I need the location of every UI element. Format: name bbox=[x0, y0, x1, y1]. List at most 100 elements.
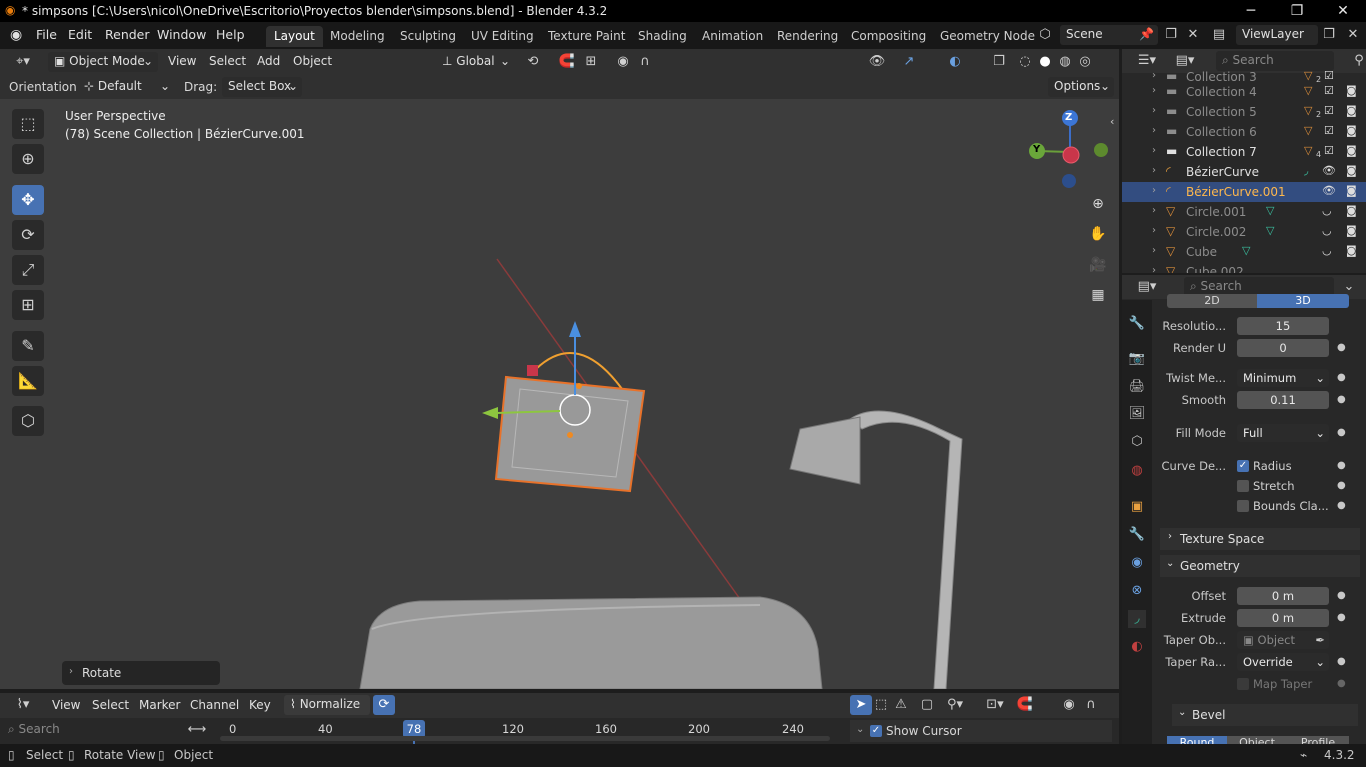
3d-viewport[interactable]: User Perspective (78) Scene Collection |… bbox=[0, 99, 1119, 689]
checkbox-icon[interactable]: ☑ bbox=[1324, 84, 1334, 97]
camera-icon[interactable]: ◙ bbox=[1346, 164, 1357, 177]
checkbox-icon[interactable]: ☑ bbox=[1324, 104, 1334, 117]
tab-sculpting[interactable]: Sculpting bbox=[392, 26, 464, 47]
last-operator-panel[interactable]: › Rotate bbox=[62, 661, 220, 685]
timeline-menu-marker[interactable]: Marker bbox=[139, 698, 180, 712]
modifier-tab-icon[interactable]: 🔧 bbox=[1128, 526, 1146, 544]
properties-editor-type-icon[interactable]: ▤▾ bbox=[1136, 277, 1158, 297]
material-shading-icon[interactable]: ◍ bbox=[1054, 52, 1076, 72]
twist-method-dropdown[interactable]: Minimum ⌄ bbox=[1237, 369, 1329, 387]
visibility-icon[interactable]: 👁 bbox=[866, 52, 888, 72]
object-tab-icon[interactable]: ▣ bbox=[1128, 498, 1146, 516]
close-icon[interactable]: ✕ bbox=[1320, 0, 1366, 22]
bevel-panel[interactable]: ⌄ Bevel bbox=[1172, 704, 1358, 726]
gizmo-icon[interactable]: ↗ bbox=[898, 52, 920, 72]
outliner-row[interactable]: › ▬ Collection 6 ▽ ☑ ◙ bbox=[1122, 122, 1366, 142]
tab-layout[interactable]: Layout bbox=[266, 26, 323, 47]
timeline-scrollbar[interactable] bbox=[220, 736, 830, 741]
eyedropper-icon[interactable]: ✒ bbox=[1315, 631, 1325, 649]
geometry-panel[interactable]: ⌄ Geometry bbox=[1160, 555, 1360, 577]
overlay-icon[interactable]: ◐ bbox=[944, 52, 966, 72]
outliner-row[interactable]: › ▽ Cube ▽ ◡ ◙ bbox=[1122, 242, 1366, 262]
maximize-icon[interactable]: ❐ bbox=[1274, 0, 1320, 22]
new-view-layer-icon[interactable]: ❐ bbox=[1318, 25, 1340, 45]
show-cursor-checkbox[interactable]: ✓ bbox=[870, 725, 882, 737]
blender-menu-icon[interactable]: ◉ bbox=[10, 27, 22, 43]
camera-icon[interactable]: ◙ bbox=[1346, 204, 1357, 217]
keyframe-dot-icon[interactable]: ● bbox=[1337, 612, 1346, 623]
physics-tab-icon[interactable]: ◉ bbox=[1128, 554, 1146, 572]
proportional-edit-icon[interactable]: ◉ bbox=[612, 52, 634, 72]
tab-geometry-nodes[interactable]: Geometry Node bbox=[932, 26, 1043, 47]
select-box-tool-icon[interactable]: ⬚ bbox=[12, 109, 44, 139]
delete-scene-icon[interactable]: ✕ bbox=[1182, 25, 1204, 45]
taper-object-field[interactable]: ▣ Object ✒ bbox=[1237, 631, 1329, 649]
keyframe-dot-icon[interactable]: ● bbox=[1337, 590, 1346, 601]
chevron-down-icon[interactable]: ⌄ bbox=[856, 724, 864, 735]
falloff-icon[interactable]: ∩ bbox=[634, 52, 656, 72]
camera-icon[interactable]: ◙ bbox=[1346, 84, 1357, 97]
only-errors-icon[interactable]: ⚠ bbox=[890, 695, 912, 715]
fill-mode-dropdown[interactable]: Full ⌄ bbox=[1237, 424, 1329, 442]
world-tab-icon[interactable]: ◍ bbox=[1128, 462, 1146, 480]
tab-animation[interactable]: Animation bbox=[694, 26, 771, 47]
drag-dropdown[interactable]: Select Box ⌄ bbox=[222, 77, 302, 97]
offset-field[interactable]: 0 m bbox=[1237, 587, 1329, 605]
frame-icon[interactable]: ▢ bbox=[916, 695, 938, 715]
swap-icon[interactable]: ⟷ bbox=[186, 720, 208, 740]
camera-icon[interactable]: ◙ bbox=[1346, 184, 1357, 197]
add-cube-tool-icon[interactable]: ⬡ bbox=[12, 406, 44, 436]
keyframe-dot-icon[interactable]: ● bbox=[1337, 460, 1346, 471]
timeline-pivot-icon[interactable]: ⊡▾ bbox=[984, 695, 1006, 715]
menu-object[interactable]: Object bbox=[293, 54, 332, 68]
output-tab-icon[interactable]: 🖨 bbox=[1128, 378, 1146, 396]
bevel-profile-button[interactable]: Profile bbox=[1287, 736, 1349, 744]
bevel-object-button[interactable]: Object bbox=[1227, 736, 1287, 744]
timeline-snap-icon[interactable]: 🧲▾ bbox=[1014, 695, 1036, 732]
menu-help[interactable]: Help bbox=[216, 27, 245, 42]
orientation-dropdown[interactable]: ⊹ Default ⌄ bbox=[78, 77, 174, 97]
render-u-field[interactable]: 0 bbox=[1237, 339, 1329, 357]
scene-tab-icon[interactable]: ⬡ bbox=[1128, 433, 1146, 451]
rendered-shading-icon[interactable]: ◎ bbox=[1074, 52, 1096, 72]
material-tab-icon[interactable]: ◐ bbox=[1128, 638, 1146, 656]
dimension-2d-button[interactable]: 2D bbox=[1167, 294, 1257, 308]
camera-icon[interactable]: ◙ bbox=[1346, 224, 1357, 237]
menu-edit[interactable]: Edit bbox=[68, 27, 92, 42]
timeline-menu-channel[interactable]: Channel bbox=[190, 698, 239, 712]
timeline-falloff-icon[interactable]: ∩ bbox=[1080, 695, 1102, 715]
taper-radius-dropdown[interactable]: Override ⌄ bbox=[1237, 653, 1329, 671]
tab-modeling[interactable]: Modeling bbox=[322, 26, 393, 47]
transform-orientation-dropdown[interactable]: ⊥ Global ⌄ bbox=[436, 52, 514, 72]
tab-compositing[interactable]: Compositing bbox=[843, 26, 934, 47]
bevel-round-button[interactable]: Round bbox=[1167, 736, 1227, 744]
radius-checkbox[interactable]: ✓ bbox=[1237, 460, 1249, 472]
annotate-tool-icon[interactable]: ✎ bbox=[12, 331, 44, 361]
menu-add[interactable]: Add bbox=[257, 54, 280, 68]
smooth-field[interactable]: 0.11 bbox=[1237, 391, 1329, 409]
keyframe-dot-icon[interactable]: ● bbox=[1337, 427, 1346, 438]
keyframe-dot-icon[interactable]: ● bbox=[1337, 480, 1346, 491]
checkbox-icon[interactable]: ☑ bbox=[1324, 124, 1334, 137]
move-tool-icon[interactable]: ✥ bbox=[12, 185, 44, 215]
wireframe-shading-icon[interactable]: ◌ bbox=[1014, 52, 1036, 72]
ortho-grid-icon[interactable]: ▦ bbox=[1086, 283, 1110, 307]
normalize-refresh-icon[interactable]: ⟳ bbox=[373, 695, 395, 715]
keyframe-dot-icon[interactable]: ● bbox=[1337, 342, 1346, 353]
menu-view[interactable]: View bbox=[168, 54, 196, 68]
measure-tool-icon[interactable]: 📐 bbox=[12, 366, 44, 396]
extrude-field[interactable]: 0 m bbox=[1237, 609, 1329, 627]
tool-tab-icon[interactable]: 🔧 bbox=[1128, 315, 1146, 333]
dimension-3d-button[interactable]: 3D bbox=[1257, 294, 1349, 308]
scene-icon[interactable]: ⬡ bbox=[1034, 25, 1056, 45]
show-hidden-icon[interactable]: ⬚ bbox=[870, 695, 892, 715]
timeline-search-input[interactable]: ⌕ Search bbox=[2, 720, 184, 740]
viewport-scene[interactable] bbox=[0, 99, 1119, 689]
minimize-icon[interactable]: ─ bbox=[1228, 0, 1274, 22]
pivot-icon[interactable]: ⟲ bbox=[522, 52, 544, 72]
map-taper-checkbox[interactable] bbox=[1237, 678, 1249, 690]
outliner-row[interactable]: › ▬ Collection 7 ▽ ☑ ◙ 4 bbox=[1122, 142, 1366, 162]
timeline-body[interactable]: ⌕ Search ⟷ 0 40 78 120 160 200 240 ⌄ ✓ S… bbox=[0, 718, 1119, 744]
scene-field[interactable]: Scene 📌 bbox=[1060, 25, 1158, 45]
new-scene-icon[interactable]: ❐ bbox=[1160, 25, 1182, 45]
